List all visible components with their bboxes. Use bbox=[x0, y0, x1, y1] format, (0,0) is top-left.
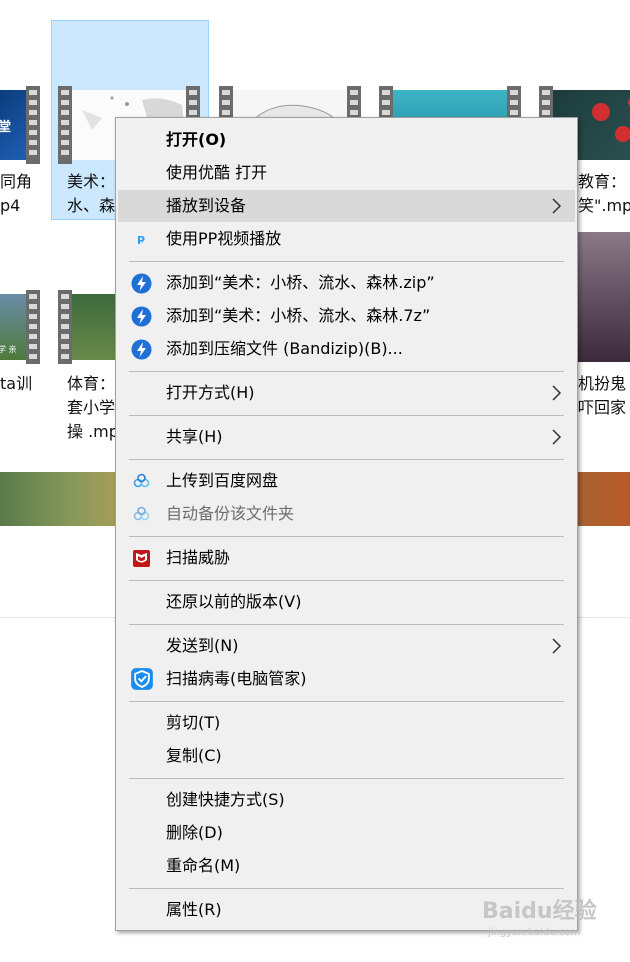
menu-item-add-7z[interactable]: 添加到“美术：小桥、流水、森林.7z” bbox=[118, 300, 575, 332]
menu-item-rename[interactable]: 重命名(M) bbox=[118, 850, 575, 882]
menu-item-add-archive-bandizip[interactable]: 添加到压缩文件 (Bandizip)(B)... bbox=[118, 333, 575, 365]
file-name-6: 机扮鬼 吓回家 bbox=[578, 374, 627, 417]
menu-separator bbox=[129, 701, 564, 702]
pp-video-icon: P › bbox=[137, 234, 145, 247]
file-name-5: 体育： 套小学 操 .mp bbox=[67, 374, 119, 441]
menu-item-open-with-youku[interactable]: 使用优酷 打开 bbox=[118, 157, 575, 189]
menu-item-label: 添加到“美术：小桥、流水、森林.zip” bbox=[166, 273, 435, 292]
menu-separator bbox=[129, 536, 564, 537]
bandizip-icon bbox=[131, 273, 152, 294]
menu-item-add-zip[interactable]: 添加到“美术：小桥、流水、森林.zip” bbox=[118, 267, 575, 299]
menu-item-delete[interactable]: 删除(D) bbox=[118, 817, 575, 849]
menu-separator bbox=[129, 371, 564, 372]
video-thumbnail-8[interactable] bbox=[578, 232, 630, 362]
svg-text:›: › bbox=[141, 238, 144, 246]
menu-separator bbox=[129, 580, 564, 581]
menu-item-label: 重命名(M) bbox=[166, 856, 241, 875]
menu-item-label: 添加到“美术：小桥、流水、森林.7z” bbox=[166, 306, 431, 325]
menu-item-pp-video-play[interactable]: P › 使用PP视频播放 bbox=[118, 223, 575, 255]
menu-item-cut[interactable]: 剪切(T) bbox=[118, 707, 575, 739]
menu-item-label: 添加到压缩文件 (Bandizip)(B)... bbox=[166, 339, 403, 358]
baidu-netdisk-icon bbox=[133, 473, 150, 488]
watermark-subtext: jingyan.baidu.com bbox=[488, 927, 581, 938]
video-thumbnail-1[interactable]: 堂 bbox=[0, 86, 40, 164]
menu-item-upload-baidu-netdisk[interactable]: 上传到百度网盘 bbox=[118, 465, 575, 497]
menu-item-label: 发送到(N) bbox=[166, 636, 239, 655]
mcafee-shield-icon bbox=[133, 550, 150, 567]
chevron-right-icon bbox=[552, 198, 562, 214]
file-name-3: 教育： 笑".mp4 bbox=[578, 172, 630, 215]
menu-separator bbox=[129, 415, 564, 416]
menu-item-label: 使用优酷 打开 bbox=[166, 163, 268, 182]
menu-item-label: 属性(R) bbox=[166, 900, 222, 919]
file-name-2: 美术： 水、森 bbox=[67, 172, 116, 215]
menu-item-label: 共享(H) bbox=[166, 427, 223, 446]
tencent-pc-manager-icon bbox=[131, 668, 153, 690]
menu-item-label: 扫描病毒(电脑管家) bbox=[166, 669, 307, 688]
menu-item-label: 自动备份该文件夹 bbox=[166, 504, 295, 523]
baidu-jingyan-watermark: Baidu经验 jingyan.baidu.com bbox=[482, 893, 602, 948]
chevron-right-icon bbox=[552, 429, 562, 445]
context-menu: 打开(O) 使用优酷 打开 播放到设备 P › 使用PP视频播放 添加到“美术：… bbox=[115, 117, 578, 931]
menu-item-auto-backup-folder[interactable]: 自动备份该文件夹 bbox=[118, 498, 575, 530]
video-thumbnail-7[interactable] bbox=[58, 290, 118, 364]
menu-item-label: 使用PP视频播放 bbox=[166, 229, 282, 248]
menu-item-label: 扫描威胁 bbox=[166, 548, 231, 567]
bandizip-icon bbox=[131, 306, 152, 327]
menu-item-label: 复制(C) bbox=[166, 746, 222, 765]
file-name-4: ta训 bbox=[0, 374, 33, 393]
menu-separator bbox=[129, 261, 564, 262]
chevron-right-icon bbox=[552, 638, 562, 654]
menu-item-create-shortcut[interactable]: 创建快捷方式(S) bbox=[118, 784, 575, 816]
menu-item-share[interactable]: 共享(H) bbox=[118, 421, 575, 453]
menu-separator bbox=[129, 624, 564, 625]
menu-item-label: 打开方式(H) bbox=[166, 383, 255, 402]
bandizip-icon bbox=[131, 339, 152, 360]
menu-item-label: 上传到百度网盘 bbox=[166, 471, 279, 490]
video-thumbnail-6[interactable]: 学 亲 bbox=[0, 290, 40, 364]
menu-item-label: 打开(O) bbox=[166, 130, 227, 149]
menu-item-label: 还原以前的版本(V) bbox=[166, 592, 302, 611]
menu-item-copy[interactable]: 复制(C) bbox=[118, 740, 575, 772]
baidu-netdisk-icon bbox=[133, 506, 150, 521]
menu-separator bbox=[129, 459, 564, 460]
menu-item-cast-to-device[interactable]: 播放到设备 bbox=[118, 190, 575, 222]
thumb-badge-text-2: 学 亲 bbox=[0, 345, 17, 354]
menu-item-open-with[interactable]: 打开方式(H) bbox=[118, 377, 575, 409]
menu-item-open[interactable]: 打开(O) bbox=[118, 124, 575, 156]
menu-item-scan-virus-pc-manager[interactable]: 扫描病毒(电脑管家) bbox=[118, 663, 575, 695]
menu-item-send-to[interactable]: 发送到(N) bbox=[118, 630, 575, 662]
menu-item-scan-threats[interactable]: 扫描威胁 bbox=[118, 542, 575, 574]
watermark-text: Baidu经验 bbox=[482, 899, 597, 924]
thumb-badge-text: 堂 bbox=[0, 120, 12, 135]
menu-item-label: 删除(D) bbox=[166, 823, 223, 842]
menu-item-label: 剪切(T) bbox=[166, 713, 221, 732]
menu-separator bbox=[129, 778, 564, 779]
menu-item-restore-previous-versions[interactable]: 还原以前的版本(V) bbox=[118, 586, 575, 618]
menu-separator bbox=[129, 888, 564, 889]
file-name-1: 同角 p4 bbox=[0, 172, 33, 215]
chevron-right-icon bbox=[552, 385, 562, 401]
menu-item-label: 播放到设备 bbox=[166, 196, 247, 215]
menu-item-label: 创建快捷方式(S) bbox=[166, 790, 285, 809]
